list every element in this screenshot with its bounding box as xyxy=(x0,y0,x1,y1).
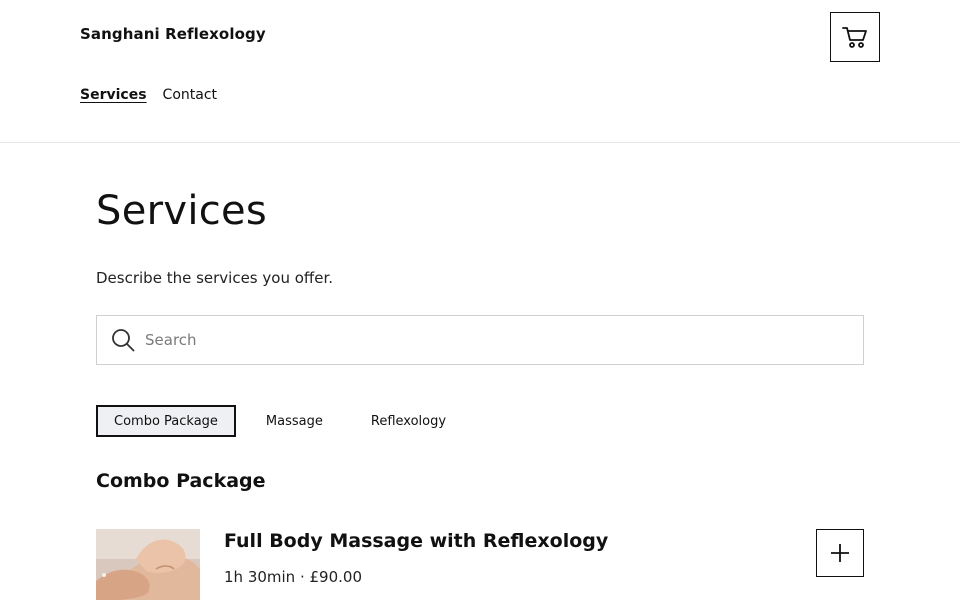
tab-massage[interactable]: Massage xyxy=(236,405,347,437)
main-nav: Services Contact xyxy=(80,87,217,103)
page-description: Describe the services you offer. xyxy=(96,269,334,287)
page-title: Services xyxy=(96,188,268,234)
cart-button[interactable] xyxy=(830,12,880,62)
category-tabs: Combo Package Massage Reflexology xyxy=(96,405,470,437)
section-title: Combo Package xyxy=(96,470,266,492)
search-bar[interactable] xyxy=(96,315,864,365)
tab-reflexology[interactable]: Reflexology xyxy=(347,405,470,437)
add-service-button[interactable] xyxy=(816,529,864,577)
site-header: Sanghani Reflexology Services Contact xyxy=(0,0,960,143)
nav-link-contact[interactable]: Contact xyxy=(163,87,217,103)
search-icon xyxy=(112,329,135,352)
cart-icon xyxy=(842,27,867,48)
service-item[interactable]: Full Body Massage with Reflexology 1h 30… xyxy=(96,529,864,600)
tab-combo-package[interactable]: Combo Package xyxy=(96,405,236,437)
service-name[interactable]: Full Body Massage with Reflexology xyxy=(224,530,608,552)
service-duration-price: 1h 30min · £90.00 xyxy=(224,568,362,586)
nav-link-services[interactable]: Services xyxy=(80,87,147,103)
service-thumbnail xyxy=(96,529,200,600)
search-input[interactable] xyxy=(145,331,825,349)
brand-name[interactable]: Sanghani Reflexology xyxy=(80,25,266,43)
plus-icon xyxy=(831,544,849,562)
